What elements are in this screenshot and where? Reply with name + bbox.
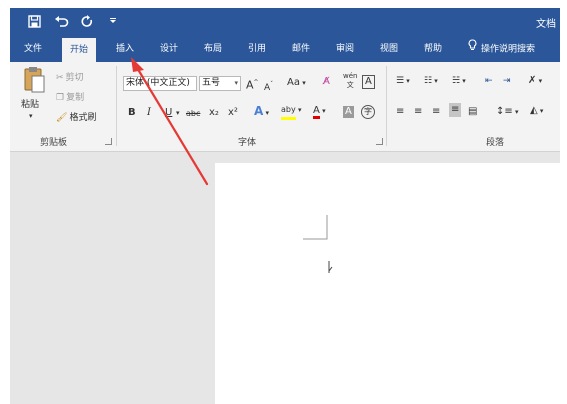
word-window: 文档 文件 开始 插入 设计 布局 引用 邮件 审阅 视图 帮助 操作说明搜索 … [10, 8, 560, 404]
annotation-arrow [131, 57, 209, 186]
